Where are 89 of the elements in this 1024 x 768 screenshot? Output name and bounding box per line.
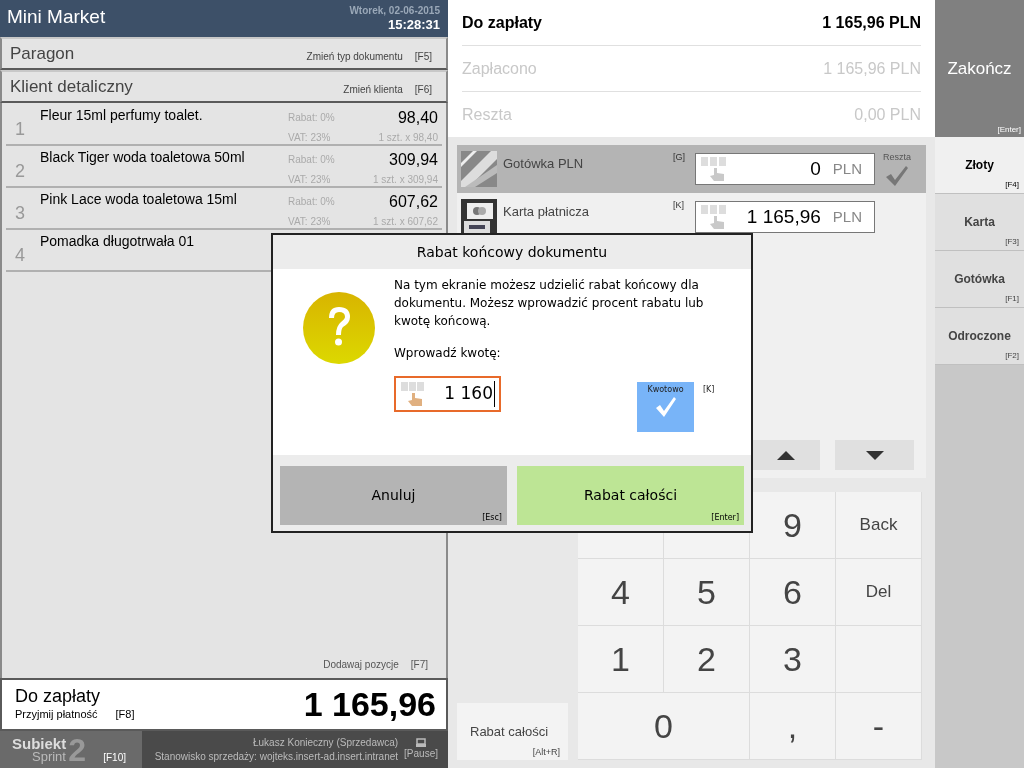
dialog-message: Na tym ekranie możesz udzielić rabat końcowy dla dokumentu. Możesz wprowadzić procent rabatu lub kwotę końcową. [394,277,705,330]
keypad-key[interactable]: 1 [578,626,664,693]
line-number: 1 [14,118,26,141]
payment-row[interactable]: Gotówka PLN [G] 0 PLN Reszta [457,145,926,193]
keypad-key[interactable]: 2 [664,626,750,693]
payment-method-tab[interactable]: Gotówka [F1] [935,251,1024,308]
keypad-key[interactable]: 0 [578,693,750,760]
shortcut-label: [F6] [414,83,432,97]
product-name: Fleur 15ml perfumy toalet. [40,106,203,125]
amount-mode-toggle[interactable]: Kwotowo [637,382,694,432]
product-name: Pomadka długotrwała 01 [40,232,195,251]
checkmark-icon [654,396,677,418]
discount-button[interactable]: Rabat całości [Alt+R] [457,703,568,760]
prompt-label: Wprowadź kwotę: [394,345,502,362]
change-label: Reszta [883,151,911,165]
shortcut-label: [F10] [103,751,126,765]
line-number: 2 [14,160,26,183]
payment-name: Karta płatnicza [503,203,590,221]
amount-input[interactable]: 1 160 [394,376,501,412]
total-panel[interactable]: Do zapłaty Przyjmij płatność [F8] 1 165,96 [0,678,448,731]
summary-value: 1 165,96 PLN [822,12,921,33]
currency-label: PLN [832,158,863,179]
keypad-key[interactable]: Del [836,559,922,626]
dialog-title: Rabat końcowy dokumentu [273,235,751,269]
question-icon [302,291,376,365]
shortcut-label: [F8] [115,707,135,723]
shortcut-label: [K] [703,384,715,396]
line-total: 98,40 [397,108,438,128]
document-type-row[interactable]: Paragon Zmień typ dokumentu [F5] [0,37,448,70]
scroll-down-button[interactable] [835,440,914,470]
line-number: 3 [14,202,26,225]
summary-label: Do zapłaty [462,12,542,33]
lock-icon [416,738,427,747]
keypad-key[interactable]: 4 [578,559,664,626]
payment-method-tab[interactable]: Karta [F3] [935,194,1024,251]
amount-field[interactable]: 0 PLN [695,153,875,185]
logo-text: Subiekt [12,736,67,750]
keypad-key[interactable]: 3 [750,626,836,693]
payment-method-tab[interactable]: Złoty [F4] [935,137,1024,194]
up-arrow-icon [777,450,795,460]
action-label: Dodawaj pozycje [323,658,399,672]
amount-value: 1 165,96 [745,204,822,229]
logo-subtext: Sprint [32,749,67,763]
banknote-icon [461,151,497,187]
payment-card-icon [461,199,497,235]
vat-label: VAT: 23% [288,215,331,229]
product-name: Black Tiger woda toaletowa 50ml [40,148,245,167]
line-total: 607,62 [389,192,438,212]
down-arrow-icon [865,450,884,460]
payment-name: Gotówka PLN [503,155,585,173]
station-name: Stanowisko sprzedaży: wojteks.insert-ad.insert.intranet [154,749,399,764]
total-label: Do zapłaty [15,686,102,707]
keypad-key[interactable]: , [750,693,836,760]
vat-label: VAT: 23% [288,173,331,187]
add-items-link[interactable]: Dodawaj pozycje [F7] [6,657,442,678]
customer-name: Klient detaliczny [10,75,133,98]
lock-button[interactable]: [Pause] [404,738,438,761]
keypad-key[interactable]: - [836,693,922,760]
scroll-up-button[interactable] [752,440,820,470]
product-name: Pink Lace woda toaletowa 15ml [40,190,237,209]
keypad-key[interactable]: 5 [664,559,750,626]
cancel-button[interactable]: Anuluj [Esc] [280,466,507,525]
vat-label: VAT: 23% [288,131,331,145]
keypad-key[interactable]: Back [836,492,922,559]
checkmark-icon [885,164,909,187]
time-label: 15:28:31 [387,17,440,33]
shortcut-label: [F7] [410,658,428,672]
confirm-button[interactable]: Rabat całości [Enter] [517,466,744,525]
user-name: Łukasz Konieczny (Sprzedawca) [253,735,399,750]
document-type: Paragon [10,42,75,65]
action-label: Przyjmij płatność [15,707,98,723]
shortcut-label: [K] [673,199,685,212]
keypad-key[interactable]: 9 [750,492,836,559]
shortcut-label: [G] [673,151,686,164]
line-number: 4 [14,244,26,267]
payment-method-tab[interactable]: Odroczone [F2] [935,308,1024,365]
total-amount: 1 165,96 [303,684,436,725]
date-label: Wtorek, 02-06-2015 [349,5,440,17]
shortcut-label: [F5] [414,50,432,64]
action-label: Zmień klienta [343,83,403,97]
action-label: Zmień typ dokumentu [306,50,403,64]
currency-label: PLN [832,206,863,227]
line-total: 309,94 [389,150,438,170]
finish-button[interactable]: Zakończ [Enter] [935,0,1024,137]
app-title: Mini Market [7,5,106,29]
amount-field[interactable]: 1 165,96 PLN [695,201,875,233]
amount-value: 0 [809,156,822,181]
keypad-key[interactable]: 6 [750,559,836,626]
customer-row[interactable]: Klient detaliczny Zmień klienta [F6] [0,70,448,103]
